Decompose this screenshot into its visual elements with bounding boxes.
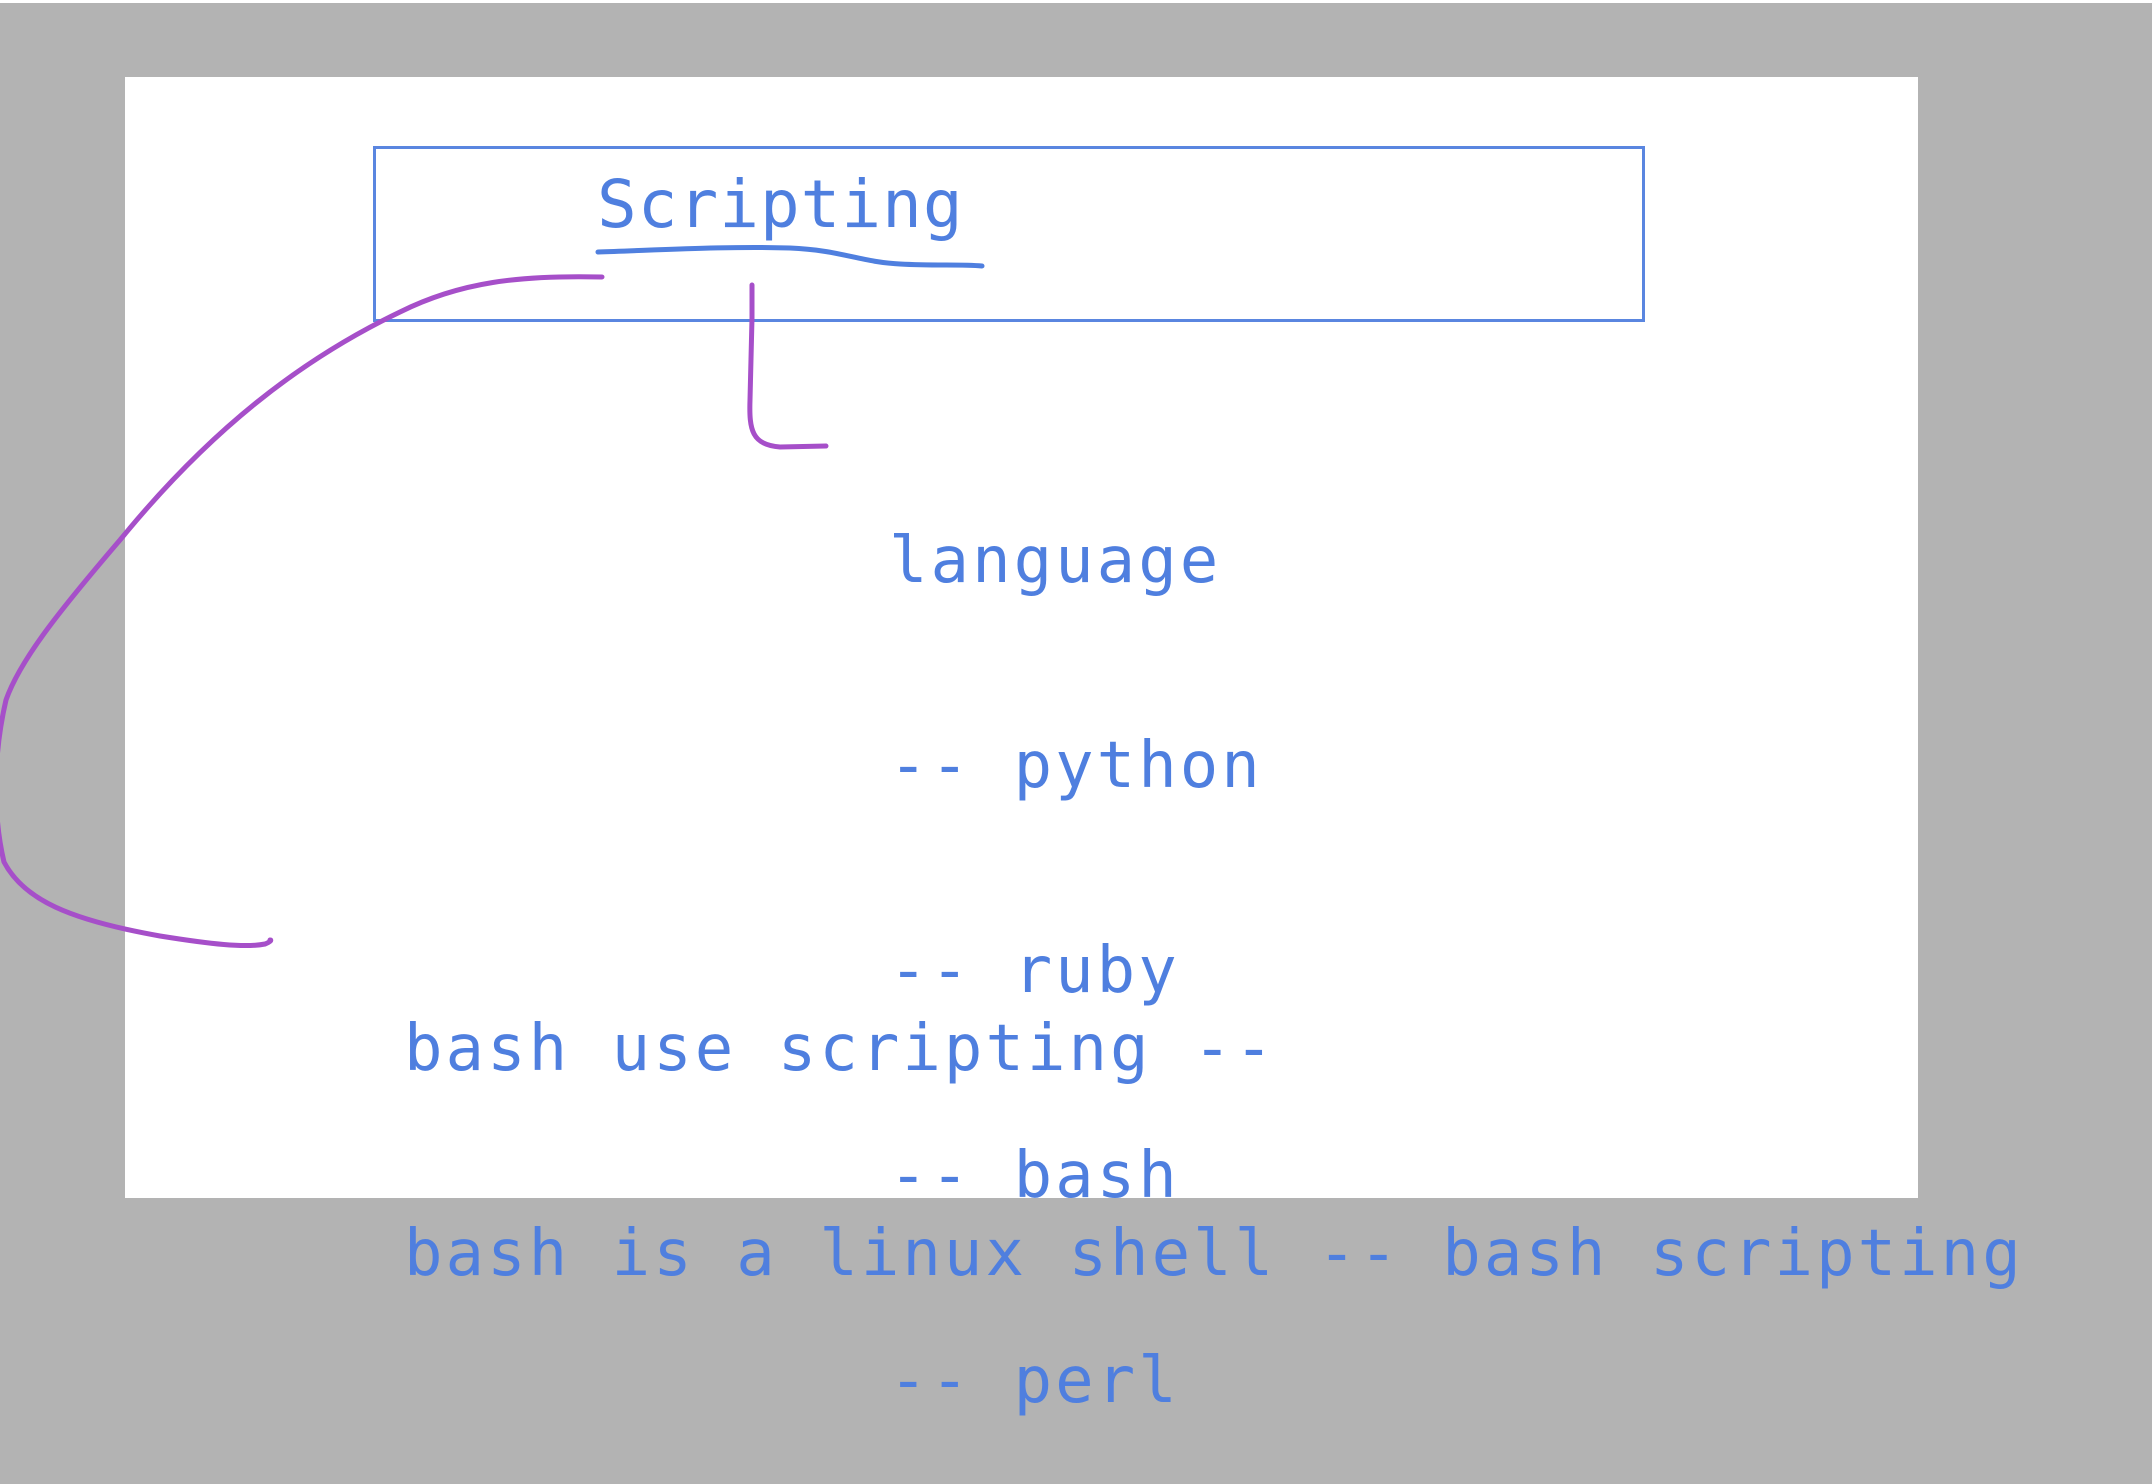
window-top-edge	[0, 0, 2152, 3]
language-heading: language	[889, 524, 1222, 598]
whiteboard-screen: { "board": { "title": "Scripting", "lang…	[0, 0, 2152, 1418]
title-frame[interactable]	[373, 146, 1645, 322]
list-item-python: -- python	[889, 729, 1263, 803]
note-line-1: bash use scripting --	[404, 1012, 1277, 1086]
page-title: Scripting	[597, 166, 964, 243]
notes-block: bash use scripting -- bash is a linux sh…	[404, 883, 2024, 1357]
note-line-2: bash is a linux shell -- bash scripting	[404, 1217, 2024, 1291]
